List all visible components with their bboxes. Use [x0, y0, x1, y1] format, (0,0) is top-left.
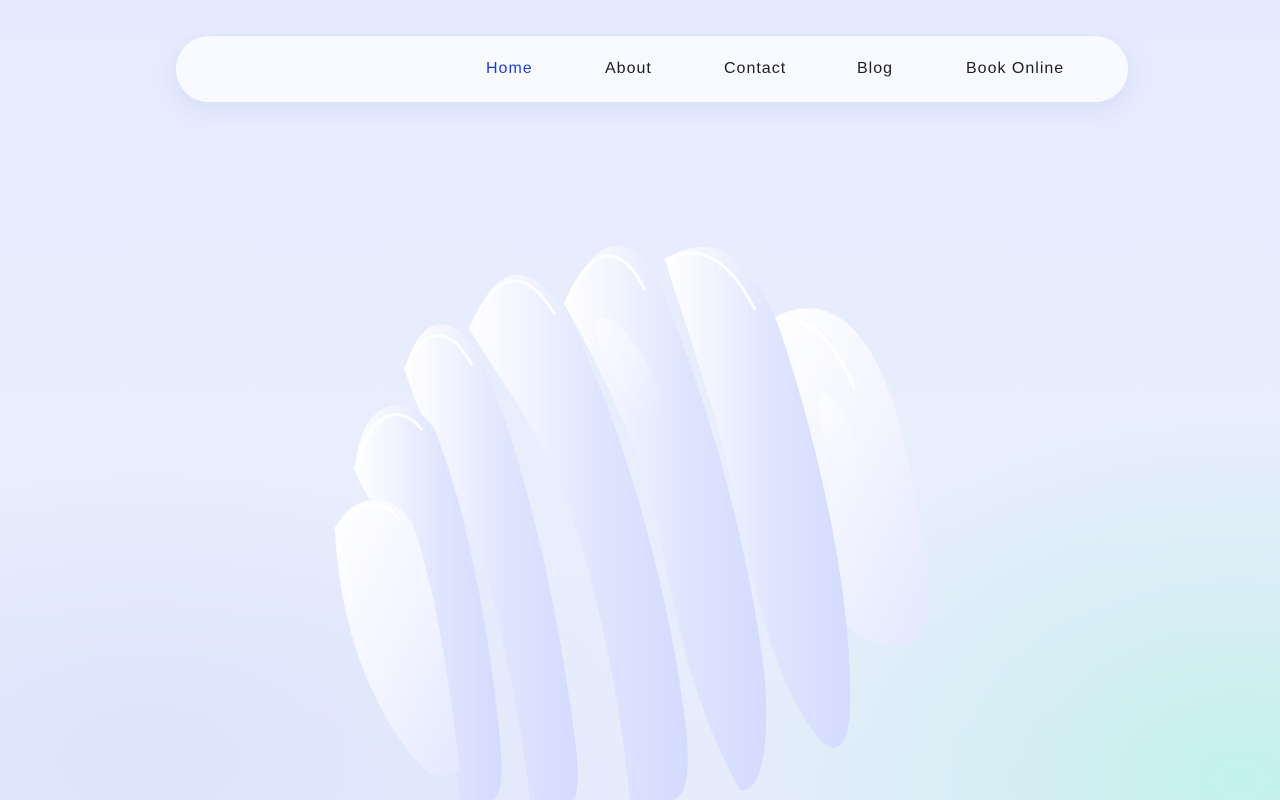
nav-item-blog[interactable]: Blog — [857, 36, 893, 102]
nav-item-about[interactable]: About — [605, 36, 652, 102]
nav-item-book-online[interactable]: Book Online — [966, 36, 1064, 102]
navigation-bar: Home About Contact Blog Book Online — [175, 35, 1129, 103]
nav-item-contact[interactable]: Contact — [724, 36, 786, 102]
nav-item-home[interactable]: Home — [486, 36, 533, 102]
hero-3d-ribbon-art — [333, 245, 929, 800]
